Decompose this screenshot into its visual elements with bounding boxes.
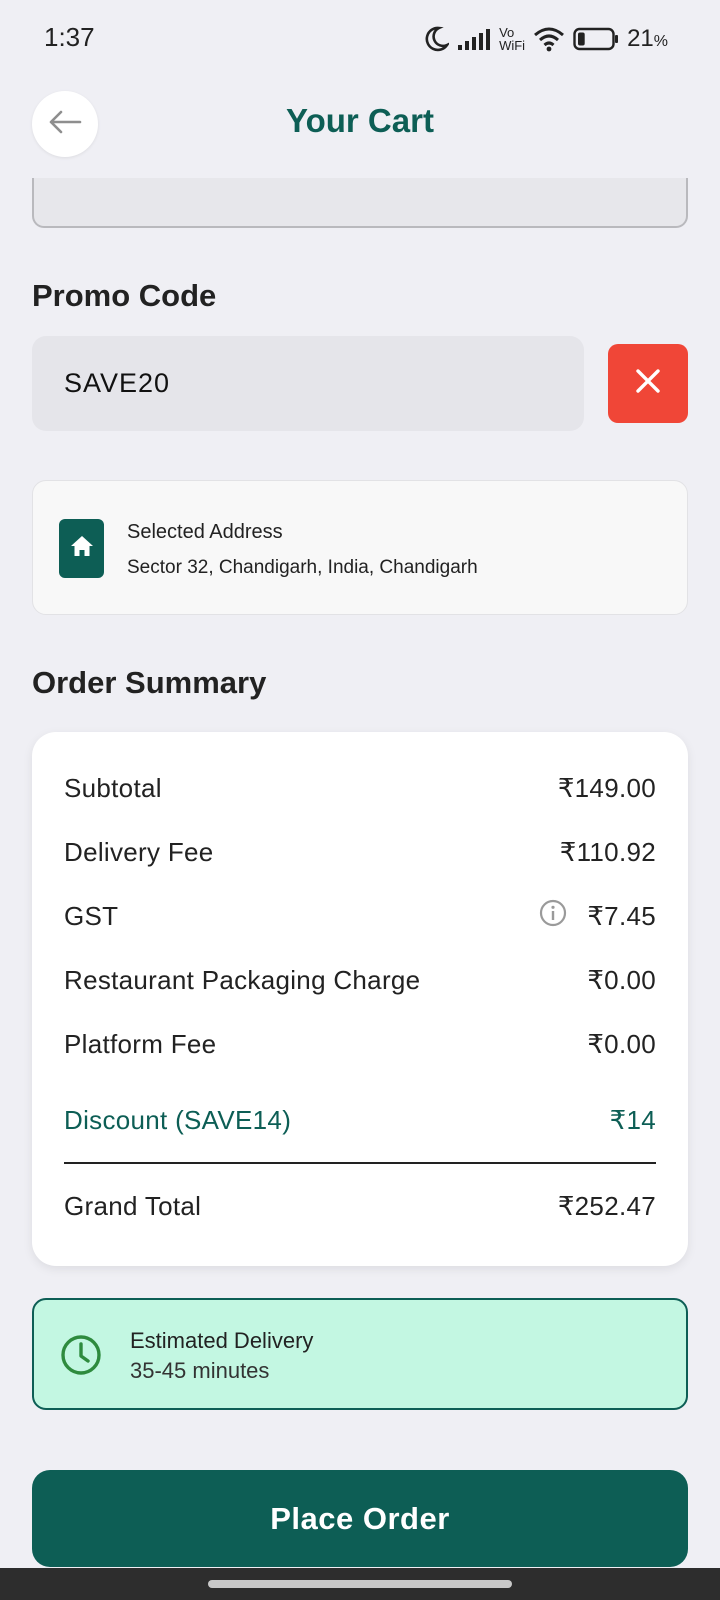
system-navigation-bar	[0, 1568, 720, 1600]
summary-row-delivery-fee: Delivery Fee ₹110.92	[64, 832, 656, 872]
summary-row-gst: GST ₹7.45	[64, 896, 656, 936]
home-indicator[interactable]	[208, 1580, 512, 1588]
order-summary-card: Subtotal ₹149.00 Delivery Fee ₹110.92 GS…	[32, 732, 688, 1266]
estimated-delivery-card: Estimated Delivery 35-45 minutes	[32, 1298, 688, 1410]
address-icon-box	[59, 519, 104, 578]
notes-field[interactable]	[32, 178, 688, 228]
selected-address-card[interactable]: Selected Address Sector 32, Chandigarh, …	[32, 480, 688, 615]
wifi-icon	[533, 26, 565, 52]
status-time: 1:37	[44, 22, 95, 52]
place-order-button[interactable]: Place Order	[32, 1470, 688, 1567]
do-not-disturb-icon	[423, 25, 450, 53]
address-text: Sector 32, Chandigarh, India, Chandigarh	[127, 557, 478, 578]
grand-total-value: ₹252.47	[557, 1190, 656, 1221]
status-icons: Vo WiFi 21%	[423, 22, 668, 56]
summary-value: ₹149.00	[557, 772, 656, 803]
battery-percent-value: 21	[627, 25, 654, 52]
summary-label: Subtotal	[64, 772, 162, 803]
summary-label: Platform Fee	[64, 1028, 217, 1059]
summary-value: ₹0.00	[587, 964, 656, 995]
battery-percent: 21%	[627, 25, 668, 53]
promo-code-input[interactable]: SAVE20	[32, 336, 584, 431]
discount-label: Discount (SAVE14)	[64, 1104, 292, 1135]
status-bar: 1:37 Vo WiFi 21%	[0, 0, 720, 76]
summary-value: ₹110.92	[559, 836, 656, 867]
home-icon	[70, 535, 94, 562]
summary-divider	[64, 1162, 656, 1164]
summary-label: Restaurant Packaging Charge	[64, 964, 421, 995]
battery-icon	[573, 27, 619, 51]
battery-percent-suffix: %	[653, 33, 668, 50]
address-title: Selected Address	[127, 521, 283, 543]
order-summary-heading: Order Summary	[32, 665, 267, 700]
promo-code-heading: Promo Code	[32, 278, 217, 313]
summary-row-subtotal: Subtotal ₹149.00	[64, 768, 656, 808]
summary-row-discount: Discount (SAVE14) ₹14	[64, 1100, 656, 1140]
signal-icon	[457, 27, 491, 51]
grand-total-label: Grand Total	[64, 1190, 202, 1221]
summary-row-grand-total: Grand Total ₹252.47	[64, 1186, 656, 1226]
app-header: Your Cart	[0, 88, 720, 158]
battery-fill	[578, 32, 585, 46]
summary-row-platform-fee: Platform Fee ₹0.00	[64, 1024, 656, 1064]
delivery-title: Estimated Delivery	[130, 1328, 314, 1353]
summary-value: ₹0.00	[587, 1028, 656, 1059]
vowifi-label-bottom: WiFi	[499, 38, 526, 53]
close-icon	[635, 368, 661, 399]
discount-value: ₹14	[609, 1104, 656, 1135]
page-title: Your Cart	[286, 102, 434, 139]
info-icon[interactable]	[539, 899, 567, 934]
remove-promo-button[interactable]	[608, 344, 688, 423]
delivery-time: 35-45 minutes	[130, 1358, 270, 1383]
vowifi-icon: Vo WiFi	[499, 26, 525, 52]
clock-icon	[60, 1334, 102, 1381]
summary-label: GST	[64, 900, 119, 931]
summary-value: ₹7.45	[587, 900, 656, 931]
summary-label: Delivery Fee	[64, 836, 214, 867]
summary-row-packaging-charge: Restaurant Packaging Charge ₹0.00	[64, 960, 656, 1000]
